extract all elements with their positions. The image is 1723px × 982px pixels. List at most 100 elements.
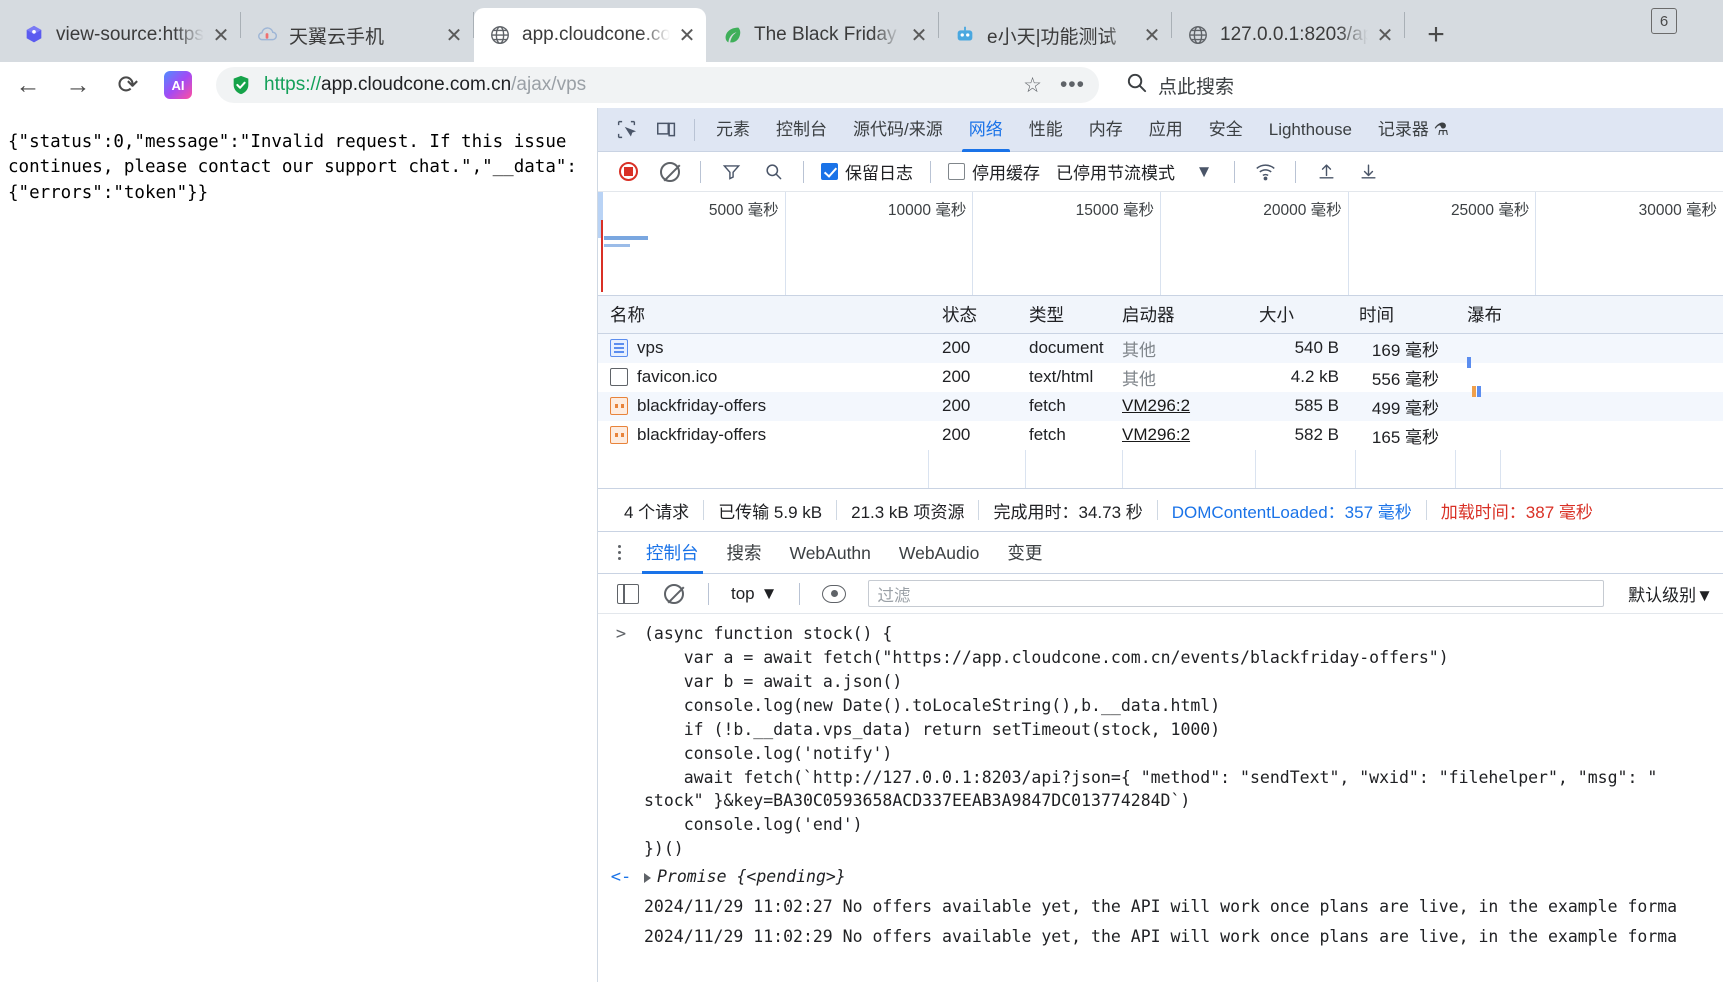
inspect-element-icon[interactable]	[609, 113, 643, 147]
close-icon[interactable]: ✕	[906, 22, 932, 48]
live-expression-eye-icon[interactable]	[817, 577, 851, 611]
devtools-tab-memory[interactable]: 内存	[1076, 108, 1136, 152]
close-icon[interactable]: ✕	[1139, 22, 1165, 48]
browser-tab-0[interactable]: view-source:https:/ ✕	[8, 8, 240, 62]
close-icon[interactable]: ✕	[208, 22, 234, 48]
import-har-icon[interactable]	[1309, 155, 1343, 189]
record-button[interactable]	[611, 155, 645, 189]
ai-icon[interactable]: AI	[164, 71, 192, 99]
table-row[interactable]: vps 200 document 其他 540 B 169 毫秒	[598, 334, 1723, 368]
drawer-tab-changes[interactable]: 变更	[993, 532, 1056, 574]
browser-tab-title: view-source:https:/	[56, 24, 204, 45]
back-icon[interactable]: ←	[6, 63, 50, 107]
column-header-size[interactable]: 大小	[1255, 302, 1355, 327]
overview-tick-cell: 10000 毫秒	[786, 192, 974, 295]
browser-tab-1[interactable]: 天翼云手机 ✕	[241, 8, 473, 62]
bookmark-star-icon[interactable]: ☆	[1023, 73, 1042, 98]
close-icon[interactable]: ✕	[441, 22, 467, 48]
column-header-status[interactable]: 状态	[928, 302, 1025, 327]
browser-tab-5[interactable]: 127.0.0.1:8203/api? ✕	[1172, 8, 1404, 62]
drawer-tab-webaudio[interactable]: WebAudio	[885, 532, 993, 574]
devtools-tab-console[interactable]: 控制台	[763, 108, 840, 152]
disable-cache-checkbox[interactable]: 停用缓存	[941, 159, 1047, 184]
column-header-waterfall[interactable]: 瀑布	[1455, 302, 1723, 327]
table-row[interactable]: favicon.ico 200 text/html 其他 4.2 kB 556 …	[598, 363, 1723, 397]
network-overview-timeline[interactable]: 5000 毫秒 10000 毫秒 15000 毫秒 20000 毫秒 25000…	[598, 192, 1723, 296]
expand-triangle-icon[interactable]	[644, 872, 651, 883]
clear-network-log-icon[interactable]	[653, 155, 687, 189]
tab-strip: view-source:https:/ ✕ 天翼云手机 ✕ app.cloudc…	[0, 0, 1723, 62]
throttling-select[interactable]: 已停用节流模式	[1049, 159, 1182, 184]
code-line: console.log('notify')	[644, 743, 893, 763]
request-size: 582 B	[1294, 425, 1339, 444]
preserve-log-checkbox[interactable]: 保留日志	[814, 159, 920, 184]
console-filter-input[interactable]: 过滤	[868, 580, 1605, 607]
close-icon[interactable]: ✕	[1372, 22, 1398, 48]
devtools-tab-elements[interactable]: 元素	[703, 108, 763, 152]
chevron-down-icon: ▼	[760, 583, 778, 603]
drawer-tab-webauthn[interactable]: WebAuthn	[776, 532, 885, 574]
devtools-tab-application[interactable]: 应用	[1136, 108, 1196, 152]
request-initiator[interactable]: VM296:2	[1122, 396, 1255, 416]
toolbar-divider	[803, 160, 804, 183]
console-result[interactable]: Promise {<pending>}	[644, 865, 1723, 890]
console-log-line: 2024/11/29 11:02:27 No offers available …	[644, 896, 1678, 916]
chevron-down-icon[interactable]: ▼	[1187, 155, 1221, 189]
table-row[interactable]: blackfriday-offers 200 fetch VM296:2 582…	[598, 421, 1723, 450]
request-time: 169 毫秒	[1371, 340, 1439, 360]
request-initiator: 其他	[1122, 369, 1156, 389]
window-count-badge[interactable]: 6	[1651, 8, 1677, 34]
more-options-icon[interactable]: •••	[1060, 73, 1085, 97]
console-level-select[interactable]: 默认级别▼	[1618, 581, 1723, 606]
browser-tab-title: The Black Friday M	[754, 24, 902, 45]
throttling-label: 已停用节流模式	[1056, 164, 1175, 183]
search-icon[interactable]	[756, 155, 790, 189]
devtools-tab-lighthouse[interactable]: Lighthouse	[1256, 108, 1365, 152]
request-initiator[interactable]: VM296:2	[1122, 425, 1255, 445]
filter-icon[interactable]	[714, 155, 748, 189]
clear-console-icon[interactable]	[657, 577, 691, 611]
console-sidebar-toggle-icon[interactable]	[611, 577, 645, 611]
more-tools-icon[interactable]	[606, 540, 632, 566]
devtools-tab-sources[interactable]: 源代码/来源	[840, 108, 956, 152]
devtools-tab-network[interactable]: 网络	[956, 108, 1016, 152]
console-filter-placeholder: 过滤	[877, 586, 911, 605]
close-icon[interactable]: ✕	[674, 22, 700, 48]
forward-icon[interactable]: →	[56, 63, 100, 107]
robot-icon	[953, 23, 977, 47]
browser-tab-2[interactable]: app.cloudcone.com ✕	[474, 8, 706, 62]
request-name: vps	[637, 338, 664, 357]
url-host: app.cloudcone.com.cn	[321, 74, 512, 95]
devtools-tab-performance[interactable]: 性能	[1016, 108, 1076, 152]
reload-icon[interactable]: ⟳	[106, 63, 150, 107]
overview-tick-label: 5000 毫秒	[708, 202, 779, 219]
wifi-icon[interactable]	[1248, 155, 1282, 189]
browser-tab-4[interactable]: e小天|功能测试 ✕	[939, 8, 1171, 62]
new-tab-button[interactable]: +	[1413, 12, 1459, 58]
browser-tab-3[interactable]: The Black Friday M ✕	[706, 8, 938, 62]
column-header-time[interactable]: 时间	[1355, 302, 1455, 327]
export-har-icon[interactable]	[1351, 155, 1385, 189]
browser-search-box[interactable]: 点此搜索	[1125, 71, 1234, 100]
preserve-log-label: 保留日志	[845, 164, 913, 183]
address-bar[interactable]: https://app.cloudcone.com.cn/ajax/vps ☆ …	[216, 67, 1099, 103]
beaker-icon: ⚗	[1433, 119, 1449, 139]
request-size: 585 B	[1294, 396, 1339, 415]
table-row[interactable]: blackfriday-offers 200 fetch VM296:2 585…	[598, 392, 1723, 421]
devtools-tab-recorder[interactable]: 记录器 ⚗	[1365, 108, 1462, 152]
column-header-name[interactable]: 名称	[598, 302, 928, 327]
drawer-tab-console[interactable]: 控制台	[632, 532, 713, 574]
console-input-entry: > (async function stock() { var a = awai…	[598, 620, 1723, 863]
request-type: fetch	[1029, 425, 1066, 444]
device-toolbar-icon[interactable]	[649, 113, 683, 147]
drawer-tab-search[interactable]: 搜索	[713, 532, 776, 574]
browser-chrome: view-source:https:/ ✕ 天翼云手机 ✕ app.cloudc…	[0, 0, 1723, 108]
toolbar-divider	[930, 160, 931, 183]
execution-context-select[interactable]: top ▼	[723, 584, 785, 604]
code-line: console.log('end')	[644, 815, 863, 835]
column-header-type[interactable]: 类型	[1025, 302, 1122, 327]
column-header-initiator[interactable]: 启动器	[1122, 302, 1255, 327]
result-arrow-icon: <-	[610, 867, 632, 888]
request-size: 4.2 kB	[1290, 367, 1339, 386]
devtools-tab-security[interactable]: 安全	[1196, 108, 1256, 152]
